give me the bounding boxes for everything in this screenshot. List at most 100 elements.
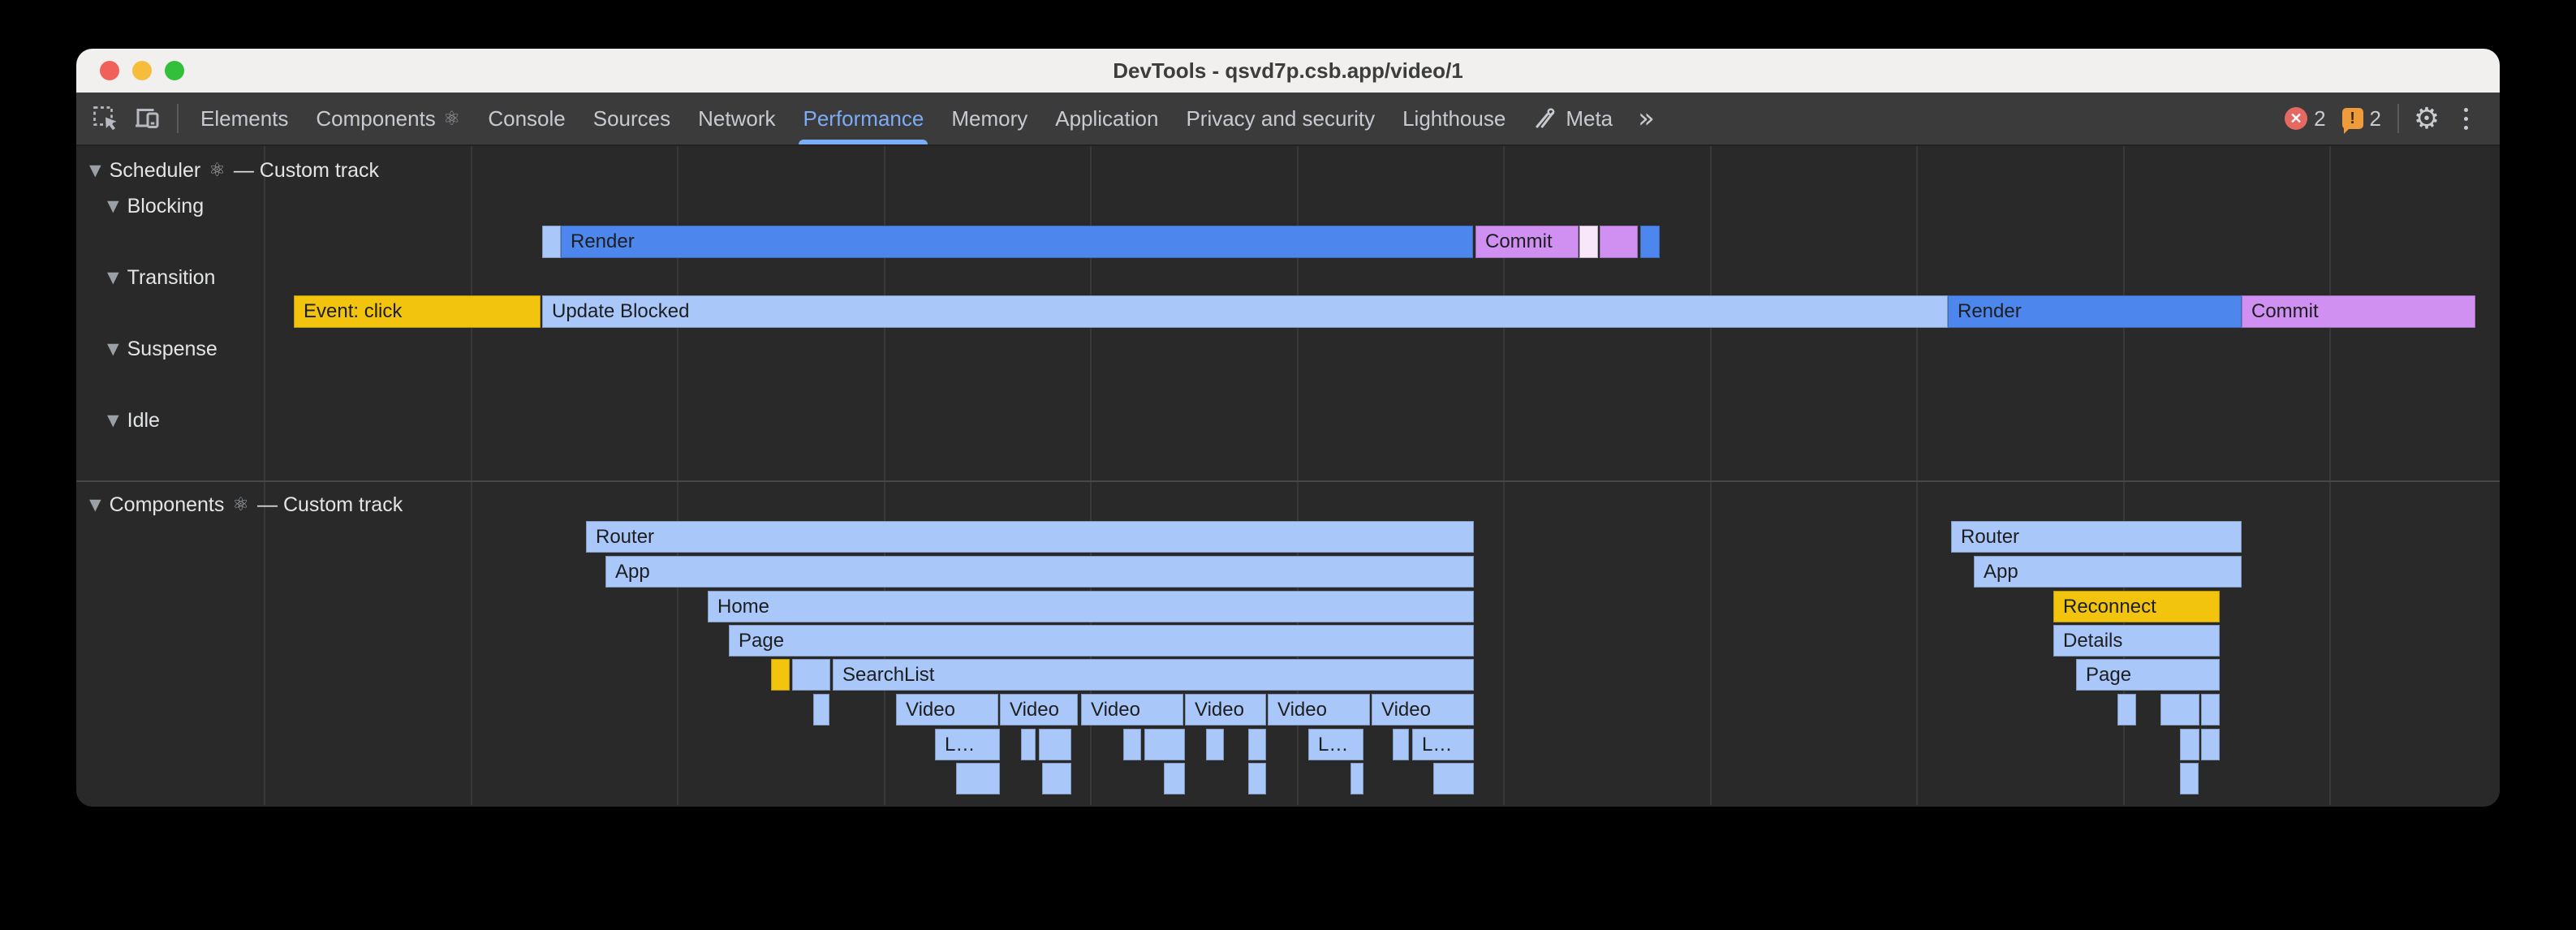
track-lane-label[interactable]: ▼Idle <box>107 407 160 433</box>
flame-bar-app[interactable]: App <box>1974 556 2242 588</box>
flame-bar[interactable] <box>1248 729 1266 760</box>
tab-privacy-and-security[interactable]: Privacy and security <box>1172 93 1389 144</box>
tab-label: Privacy and security <box>1186 106 1375 131</box>
minimize-window-button[interactable] <box>132 61 152 80</box>
error-badge[interactable]: ✕ 2 <box>2285 106 2325 131</box>
track-lane-label[interactable]: ▼Blocking <box>107 193 204 219</box>
flame-bar-commit[interactable]: Commit <box>1475 226 1579 258</box>
tab-label: Console <box>488 106 565 131</box>
title-bar[interactable]: DevTools - qsvd7p.csb.app/video/1 <box>76 49 2500 93</box>
flame-bar[interactable] <box>2180 729 2199 760</box>
flame-bar-searchlist[interactable]: SearchList <box>833 659 1474 691</box>
flame-bar[interactable] <box>2160 694 2199 725</box>
tab-label: Components <box>316 106 435 131</box>
device-toolbar-icon[interactable] <box>127 97 169 140</box>
timeline-gridline <box>2329 146 2331 805</box>
flame-bar[interactable] <box>792 659 830 691</box>
flame-bar-router[interactable]: Router <box>1951 521 2242 553</box>
timeline-gridline <box>264 146 265 805</box>
flame-bar-video[interactable]: Video <box>1372 694 1474 725</box>
tab-application[interactable]: Application <box>1041 93 1172 144</box>
flame-bar-render[interactable]: Render <box>1948 295 2242 328</box>
flame-bar[interactable] <box>813 694 829 725</box>
track-label-text: Scheduler <box>110 159 201 183</box>
flame-bar-commit[interactable]: Commit <box>2242 295 2475 328</box>
flame-bar-video[interactable]: Video <box>1268 694 1370 725</box>
flame-bar[interactable] <box>771 659 790 691</box>
tab-sources[interactable]: Sources <box>579 93 684 144</box>
flame-bar-video[interactable]: Video <box>896 694 998 725</box>
flame-bar-label: Video <box>1081 699 1140 721</box>
flame-bar-app[interactable]: App <box>605 556 1474 588</box>
devtools-toolbar: ElementsComponents⚛ Console SourcesNetwork… <box>76 93 2500 146</box>
flame-bar-label: Event: click <box>294 300 402 323</box>
track-label-text: Components <box>110 493 225 517</box>
flame-bar[interactable] <box>2180 763 2199 794</box>
flame-bar[interactable] <box>2117 694 2136 725</box>
flame-bar-label: Video <box>1372 699 1431 721</box>
track-header[interactable]: ▼Components⚛— Custom track <box>89 492 403 518</box>
flame-bar-l-[interactable]: L… <box>1308 729 1363 760</box>
flame-bar-page[interactable]: Page <box>2076 659 2220 691</box>
flame-bar[interactable] <box>1039 729 1071 760</box>
desktop: DevTools - qsvd7p.csb.app/video/1 Elemen… <box>0 0 2576 930</box>
flame-bar-l-[interactable]: L… <box>935 729 1000 760</box>
flame-bar-label: L… <box>935 734 975 756</box>
flame-bar-l-[interactable]: L… <box>1412 729 1474 760</box>
flame-bar-details[interactable]: Details <box>2053 625 2220 657</box>
flame-bar[interactable] <box>956 763 1000 794</box>
more-tabs-button[interactable]: » <box>1626 102 1666 135</box>
flame-bar[interactable] <box>1206 729 1224 760</box>
flame-bar-home[interactable]: Home <box>708 591 1474 622</box>
track-lane-label[interactable]: ▼Suspense <box>107 336 218 362</box>
track-lane-label[interactable]: ▼Transition <box>107 265 215 291</box>
flame-bar-reconnect[interactable]: Reconnect <box>2053 591 2220 622</box>
tab-memory[interactable]: Memory <box>937 93 1041 144</box>
flame-bar[interactable] <box>1579 226 1598 258</box>
tab-elements[interactable]: Elements <box>187 93 302 144</box>
flame-bar-label: Video <box>1268 699 1327 721</box>
triangle-down-icon: ▼ <box>107 340 119 358</box>
tab-lighthouse[interactable]: Lighthouse <box>1389 93 1519 144</box>
zoom-window-button[interactable] <box>165 61 184 80</box>
flame-bar[interactable] <box>1393 729 1409 760</box>
tab-components[interactable]: Components⚛ <box>302 93 474 144</box>
performance-flame-chart[interactable]: ▼Scheduler⚛— Custom track ▼Blocking ▼Trans… <box>76 146 2500 805</box>
warning-count: 2 <box>2370 106 2381 131</box>
tab-console[interactable]: Console <box>474 93 579 144</box>
flame-bar[interactable] <box>1042 763 1071 794</box>
flame-bar[interactable] <box>2201 694 2220 725</box>
flame-bar-router[interactable]: Router <box>586 521 1474 553</box>
flame-bar[interactable] <box>1600 226 1638 258</box>
flame-bar-page[interactable]: Page <box>729 625 1474 657</box>
tab-performance[interactable]: Performance <box>789 93 937 144</box>
flame-bar-label: Commit <box>1475 230 1553 253</box>
track-header[interactable]: ▼Scheduler⚛— Custom track <box>89 157 379 183</box>
kebab-menu-icon[interactable] <box>2446 99 2485 138</box>
settings-gear-icon[interactable]: ⚙ <box>2407 99 2446 138</box>
warning-badge[interactable]: ! 2 <box>2342 106 2381 131</box>
flame-bar[interactable] <box>1248 763 1266 794</box>
flame-bar[interactable] <box>2201 729 2220 760</box>
flame-bar[interactable] <box>1433 763 1474 794</box>
flame-bar[interactable] <box>1164 763 1185 794</box>
flame-bar[interactable] <box>542 226 561 258</box>
flame-bar-video[interactable]: Video <box>1000 694 1078 725</box>
inspect-element-icon[interactable] <box>84 97 127 140</box>
flame-bar-event-click[interactable]: Event: click <box>294 295 541 328</box>
close-window-button[interactable] <box>100 61 119 80</box>
flame-bar[interactable] <box>1640 226 1660 258</box>
flame-bar[interactable] <box>1021 729 1036 760</box>
flame-bar-label: Page <box>729 630 784 652</box>
flame-bar-render[interactable]: Render <box>561 226 1473 258</box>
flame-bar[interactable] <box>1123 729 1141 760</box>
flame-bar-label: L… <box>1412 734 1452 756</box>
flame-bar[interactable] <box>1350 763 1363 794</box>
tab-network[interactable]: Network <box>684 93 789 144</box>
flame-bar-update-blocked[interactable]: Update Blocked <box>542 295 1948 328</box>
devtools-window: DevTools - qsvd7p.csb.app/video/1 Elemen… <box>76 49 2500 807</box>
flame-bar-video[interactable]: Video <box>1081 694 1183 725</box>
flame-bar-video[interactable]: Video <box>1185 694 1266 725</box>
tab-meta[interactable]: Meta <box>1519 93 1626 144</box>
flame-bar[interactable] <box>1144 729 1185 760</box>
